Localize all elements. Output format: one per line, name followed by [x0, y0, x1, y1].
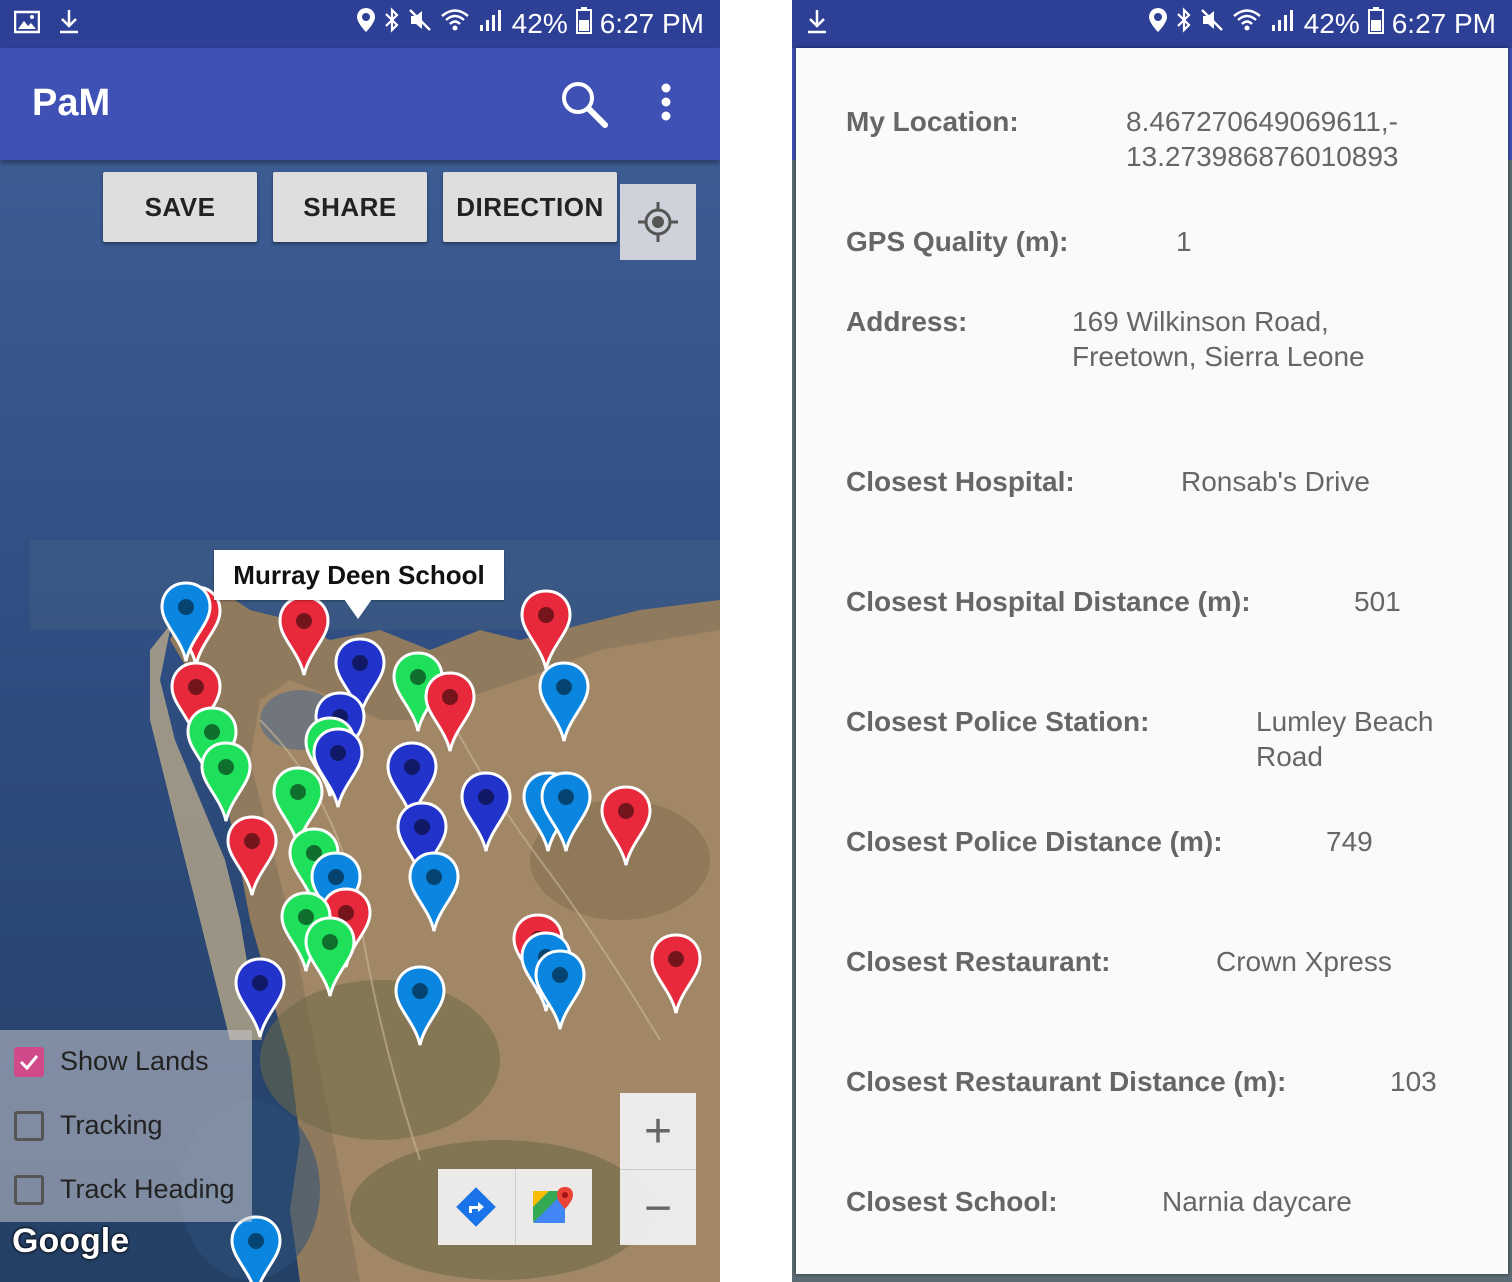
closest-hospital-value: Ronsab's Drive: [1181, 466, 1370, 497]
show-lands-label: Show Lands: [60, 1046, 209, 1076]
map-marker-pin[interactable]: [159, 580, 213, 669]
address-line: 169 Wilkinson Road,: [1072, 306, 1329, 337]
tracking-option[interactable]: Tracking: [14, 1110, 163, 1141]
app-bar: PaM: [0, 48, 720, 160]
direction-button[interactable]: DIRECTION: [443, 172, 617, 242]
my-location-button[interactable]: [620, 184, 696, 260]
directions-icon: [456, 1187, 497, 1227]
battery-percent: 42%: [511, 7, 568, 39]
battery-icon: [1367, 6, 1384, 41]
my-location-value: 8.467270649069611,- 13.273986876010893: [1126, 104, 1399, 174]
closest-school-label: Closest School:: [846, 1186, 1058, 1217]
layer-options-panel: Show Lands Tracking Track Heading: [0, 1030, 252, 1222]
map-marker-pin[interactable]: [459, 770, 513, 859]
zoom-out-button[interactable]: −: [620, 1170, 696, 1246]
download-icon: [806, 8, 828, 41]
address-value: 169 Wilkinson Road, Freetown, Sierra Leo…: [1072, 304, 1365, 374]
zoom-controls: + −: [620, 1093, 696, 1245]
overflow-menu-icon[interactable]: [660, 82, 672, 127]
bluetooth-icon: [384, 7, 400, 40]
mute-icon: [408, 7, 432, 40]
map-marker-pin[interactable]: [393, 964, 447, 1053]
signal-icon: [478, 7, 504, 40]
restaurant-distance-value: 103: [1390, 1066, 1437, 1097]
map-toolbar: [438, 1169, 592, 1245]
map-marker-pin[interactable]: [539, 770, 593, 859]
closest-restaurant-label: Closest Restaurant:: [846, 946, 1111, 977]
closest-restaurant-value: Crown Xpress: [1216, 946, 1392, 977]
bluetooth-icon: [1176, 7, 1192, 40]
status-bar: 42% 6:27 PM: [0, 0, 720, 48]
police-line: Lumley Beach: [1256, 706, 1434, 737]
open-google-maps-button[interactable]: [516, 1169, 593, 1245]
track-heading-label: Track Heading: [60, 1174, 235, 1204]
police-distance-label: Closest Police Distance (m):: [846, 826, 1223, 857]
battery-icon: [575, 6, 592, 41]
address-label: Address:: [846, 306, 968, 337]
closest-school-value: Narnia daycare: [1162, 1186, 1352, 1217]
map-marker-pin[interactable]: [407, 850, 461, 939]
wifi-icon: [1232, 7, 1262, 40]
hospital-distance-label: Closest Hospital Distance (m):: [846, 586, 1251, 617]
police-line: Road: [1256, 741, 1323, 772]
download-icon: [58, 8, 80, 41]
app-title: PaM: [32, 82, 111, 124]
my-location-line: 13.273986876010893: [1126, 141, 1399, 172]
info-window-tail: [344, 599, 372, 619]
map-marker-pin[interactable]: [229, 1214, 283, 1282]
show-lands-checkbox[interactable]: [14, 1046, 44, 1077]
map-marker-pin[interactable]: [277, 594, 331, 683]
map-marker-pin[interactable]: [537, 660, 591, 749]
my-location-label: My Location:: [846, 106, 1019, 137]
marker-info-window[interactable]: Murray Deen School: [214, 550, 504, 600]
map-marker-pin[interactable]: [649, 932, 703, 1021]
closest-police-label: Closest Police Station:: [846, 706, 1150, 737]
google-logo: Google: [12, 1222, 130, 1260]
location-icon: [356, 7, 376, 40]
my-location-line: 8.467270649069611,-: [1126, 106, 1398, 137]
zoom-in-button[interactable]: +: [620, 1093, 696, 1170]
clock: 6:27 PM: [1391, 7, 1496, 39]
closest-hospital-label: Closest Hospital:: [846, 466, 1075, 497]
gps-quality-value: 1: [1176, 226, 1192, 257]
map-marker-pin[interactable]: [599, 784, 653, 873]
restaurant-distance-label: Closest Restaurant Distance (m):: [846, 1066, 1287, 1097]
map-screen: 42% 6:27 PM PaM SAVE SHARE DIRECTION Mur…: [0, 0, 720, 1282]
tracking-checkbox[interactable]: [14, 1110, 44, 1141]
map-marker-pin[interactable]: [303, 915, 357, 1004]
mute-icon: [1200, 7, 1224, 40]
battery-percent: 42%: [1303, 7, 1360, 39]
track-heading-checkbox[interactable]: [14, 1174, 44, 1205]
directions-button[interactable]: [438, 1169, 516, 1245]
google-maps-icon: [532, 1187, 573, 1223]
map-marker-pin[interactable]: [225, 814, 279, 903]
hospital-distance-value: 501: [1354, 586, 1401, 617]
image-notification-icon: [13, 9, 41, 41]
closest-police-value: Lumley Beach Road: [1256, 704, 1433, 774]
tracking-label: Tracking: [60, 1110, 163, 1140]
location-details-dialog: My Location: 8.467270649069611,- 13.2739…: [796, 48, 1508, 1274]
show-lands-option[interactable]: Show Lands: [14, 1046, 209, 1077]
status-bar-2: 42% 6:27 PM: [792, 0, 1512, 48]
location-info-screen: 42% 6:27 PM My Location: 8.4672706490696…: [792, 0, 1512, 1282]
police-distance-value: 749: [1326, 826, 1373, 857]
clock: 6:27 PM: [599, 7, 704, 39]
search-icon[interactable]: [558, 78, 610, 135]
wifi-icon: [440, 7, 470, 40]
save-button[interactable]: SAVE: [103, 172, 257, 242]
share-button[interactable]: SHARE: [273, 172, 427, 242]
signal-icon: [1270, 7, 1296, 40]
gps-quality-label: GPS Quality (m):: [846, 226, 1069, 257]
track-heading-option[interactable]: Track Heading: [14, 1174, 235, 1205]
address-line: Freetown, Sierra Leone: [1072, 341, 1365, 372]
location-icon: [1148, 7, 1168, 40]
crosshair-icon: [638, 202, 678, 242]
map-marker-pin[interactable]: [533, 948, 587, 1037]
